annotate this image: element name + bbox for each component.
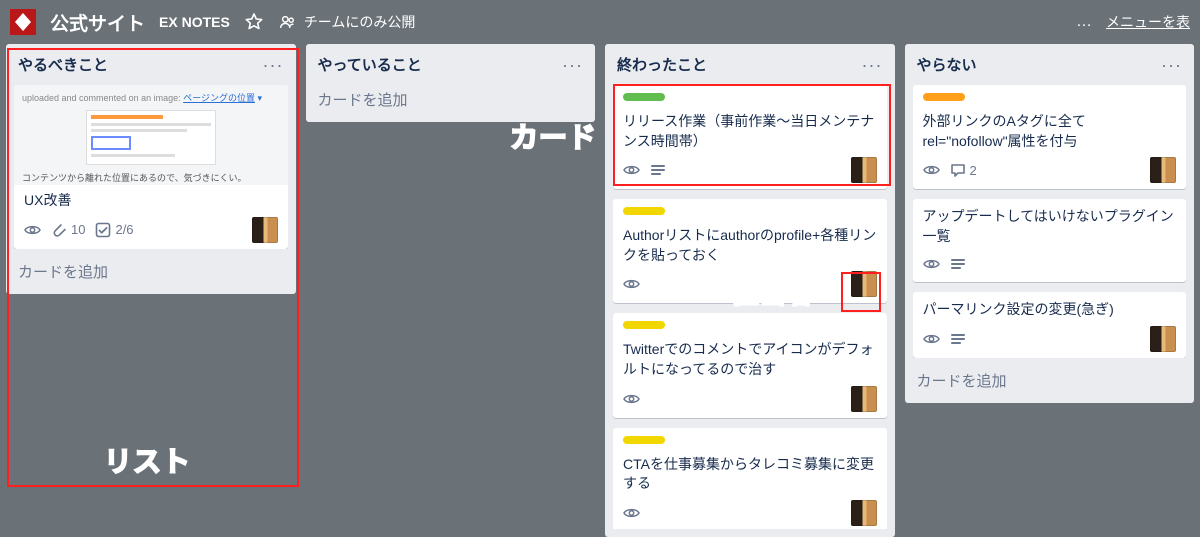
show-menu-button[interactable]: メニューを表: [1106, 12, 1190, 32]
checklist-badge: 2/6: [95, 222, 133, 238]
member-avatar[interactable]: [851, 157, 877, 183]
attachments-badge: 10: [51, 222, 85, 238]
member-avatar[interactable]: [1150, 157, 1176, 183]
list-title[interactable]: やるべきこと: [18, 54, 108, 75]
member-avatar[interactable]: [851, 386, 877, 412]
list-menu-button[interactable]: ···: [1161, 60, 1182, 70]
card-title: リリース作業（事前作業〜当日メンテナンス時間帯）: [623, 112, 877, 151]
label-yellow[interactable]: [623, 321, 665, 329]
board-title[interactable]: 公式サイト: [50, 9, 145, 36]
app-logo[interactable]: [10, 9, 36, 35]
cover-footnote: コンテンツから離れた位置にあるので、気づきにくい。: [22, 171, 280, 184]
eye-icon: [623, 391, 640, 407]
member-avatar[interactable]: [252, 217, 278, 243]
card-title: アップデートしてはいけないプラグイン一覧: [923, 207, 1177, 246]
checklist-icon: [95, 222, 111, 238]
card-nofollow[interactable]: 外部リンクのAタグに全てrel="nofollow"属性を付与 2: [913, 85, 1187, 189]
card-plugins[interactable]: アップデートしてはいけないプラグイン一覧: [913, 199, 1187, 282]
visibility-button[interactable]: チームにのみ公開: [278, 12, 416, 32]
eye-icon: [923, 331, 940, 347]
member-avatar[interactable]: [851, 500, 877, 526]
list-never: やらない ··· 外部リンクのAタグに全てrel="nofollow"属性を付与…: [905, 44, 1195, 403]
list-todo: やるべきこと ··· uploaded and commented on an …: [6, 44, 296, 294]
add-card-button[interactable]: カードを追加: [14, 257, 288, 286]
description-icon: [950, 256, 966, 272]
star-icon[interactable]: [244, 12, 264, 32]
list-doing: やっていること ··· カードを追加: [306, 44, 596, 122]
paperclip-icon: [51, 222, 67, 238]
list-menu-button[interactable]: ···: [862, 60, 883, 70]
card-title: Authorリストにauthorのprofile+各種リンクを貼っておく: [623, 226, 877, 265]
watch-badge: [623, 162, 640, 178]
watch-badge: [923, 331, 940, 347]
card-title: Twitterでのコメントでアイコンがデフォルトになってるので治す: [623, 340, 877, 379]
eye-icon: [623, 162, 640, 178]
card-title: パーマリンク設定の変更(急ぎ): [923, 300, 1177, 320]
visibility-label: チームにのみ公開: [304, 12, 416, 32]
watch-badge: [923, 256, 940, 272]
board-header: 公式サイト EX NOTES チームにのみ公開 … メニューを表: [0, 0, 1200, 44]
member-avatar[interactable]: [1150, 326, 1176, 352]
description-badge: [950, 256, 966, 272]
comments-badge: 2: [950, 162, 977, 178]
card-release[interactable]: リリース作業（事前作業〜当日メンテナンス時間帯）: [613, 85, 887, 189]
label-orange[interactable]: [923, 93, 965, 101]
board-canvas: やるべきこと ··· uploaded and commented on an …: [0, 44, 1200, 537]
list-done: 終わったこと ··· リリース作業（事前作業〜当日メンテナンス時間帯） Auth…: [605, 44, 895, 537]
card-cover: uploaded and commented on an image: ページン…: [14, 85, 288, 185]
description-badge: [650, 162, 666, 178]
description-icon: [950, 331, 966, 347]
card-author[interactable]: Authorリストにauthorのprofile+各種リンクを貼っておく: [613, 199, 887, 303]
watch-badge: [24, 222, 41, 238]
card-title: UX改善: [24, 191, 278, 211]
team-icon: [278, 12, 298, 32]
list-title[interactable]: やらない: [917, 54, 977, 75]
ex-notes-link[interactable]: EX NOTES: [159, 14, 230, 30]
card-cta[interactable]: CTAを仕事募集からタレコミ募集に変更する: [613, 428, 887, 529]
list-menu-button[interactable]: ···: [263, 60, 284, 70]
add-card-button[interactable]: カードを追加: [314, 85, 588, 114]
add-card-button[interactable]: カードを追加: [913, 366, 1187, 395]
card-title: CTAを仕事募集からタレコミ募集に変更する: [623, 455, 877, 494]
card-title: 外部リンクのAタグに全てrel="nofollow"属性を付与: [923, 112, 1177, 151]
description-badge: [950, 331, 966, 347]
list-menu-button[interactable]: ···: [562, 60, 583, 70]
card-ux[interactable]: uploaded and commented on an image: ページン…: [14, 85, 288, 249]
list-title[interactable]: 終わったこと: [617, 54, 707, 75]
eye-icon: [623, 505, 640, 521]
watch-badge: [623, 505, 640, 521]
eye-icon: [923, 256, 940, 272]
list-title[interactable]: やっていること: [318, 54, 422, 75]
eye-icon: [623, 276, 640, 292]
watch-badge: [623, 391, 640, 407]
watch-badge: [923, 162, 940, 178]
cover-link: ページングの位置: [183, 93, 255, 103]
watch-badge: [623, 276, 640, 292]
eye-icon: [923, 162, 940, 178]
eye-icon: [24, 222, 41, 238]
cover-caption: uploaded and commented on an image:: [22, 93, 181, 103]
header-dots: …: [1076, 13, 1092, 31]
label-yellow[interactable]: [623, 207, 665, 215]
card-permalink[interactable]: パーマリンク設定の変更(急ぎ): [913, 292, 1187, 358]
label-green[interactable]: [623, 93, 665, 101]
member-avatar[interactable]: [851, 271, 877, 297]
comment-icon: [950, 162, 966, 178]
label-yellow[interactable]: [623, 436, 665, 444]
card-twitter[interactable]: Twitterでのコメントでアイコンがデフォルトになってるので治す: [613, 313, 887, 417]
description-icon: [650, 162, 666, 178]
